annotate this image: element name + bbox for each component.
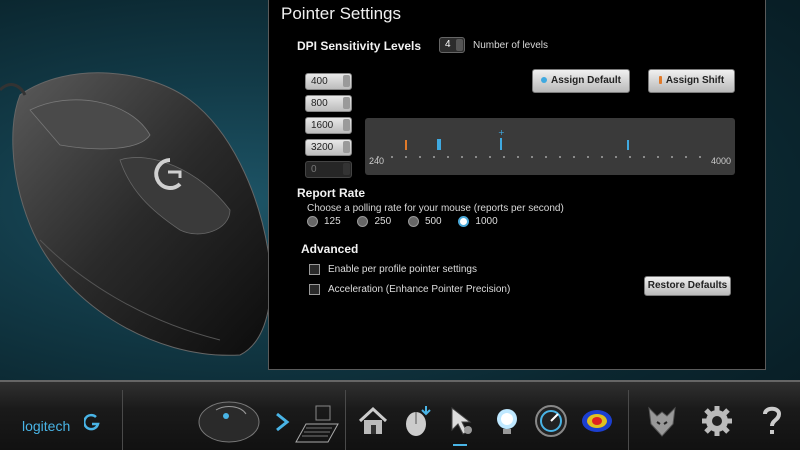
bottom-toolbar: logitech	[0, 380, 800, 450]
per-profile-checkbox[interactable]	[309, 264, 320, 275]
dpi-level-4[interactable]: 3200	[305, 139, 352, 156]
stepper-arrows-icon[interactable]	[456, 39, 463, 51]
dpi-level-5-value: 0	[311, 164, 317, 175]
mouse-image	[0, 40, 280, 370]
assign-default-button[interactable]: Assign Default	[532, 69, 630, 93]
dpi-level-4-value: 3200	[311, 142, 334, 153]
stepper-arrows-icon[interactable]	[343, 119, 350, 131]
radio-icon[interactable]	[307, 216, 318, 227]
rate-label: 1000	[475, 216, 498, 228]
stepper-arrows-icon[interactable]	[343, 97, 350, 109]
logitech-g-icon	[83, 413, 100, 436]
slider-marker[interactable]	[500, 138, 502, 150]
button-assign-icon[interactable]	[400, 404, 434, 438]
acceleration-label: Acceleration (Enhance Pointer Precision)	[328, 284, 511, 295]
slider-marker[interactable]	[627, 140, 629, 150]
report-rate-heading: Report Rate	[297, 186, 366, 200]
assign-shift-label: Assign Shift	[665, 75, 725, 86]
divider	[345, 390, 346, 450]
levels-value: 4	[445, 39, 451, 50]
rate-option-250[interactable]: 250	[357, 216, 391, 227]
dpi-level-2-value: 800	[311, 98, 328, 109]
stepper-arrows-icon[interactable]	[343, 75, 350, 87]
stepper-arrows-icon[interactable]	[343, 141, 350, 153]
assign-default-label: Assign Default	[550, 75, 621, 86]
keyboard-icon[interactable]	[292, 402, 340, 446]
levels-stepper[interactable]: 4	[439, 37, 465, 53]
active-plus-icon: +	[498, 128, 505, 137]
advanced-heading: Advanced	[301, 242, 359, 256]
default-marker-icon	[540, 77, 547, 84]
range-min-label: 240	[369, 156, 385, 166]
report-rate-description: Choose a polling rate for your mouse (re…	[307, 203, 564, 214]
dpi-slider[interactable]: + 240 4000	[365, 118, 735, 175]
shift-marker-icon	[658, 76, 662, 85]
per-profile-label: Enable per profile pointer settings	[328, 264, 477, 275]
mouse-device-icon[interactable]	[196, 396, 266, 446]
shift-marker[interactable]	[405, 140, 407, 150]
heatmap-icon[interactable]	[580, 404, 614, 438]
rate-option-1000[interactable]: 1000	[458, 216, 498, 228]
pointer-settings-icon[interactable]	[444, 404, 478, 438]
dpi-level-1[interactable]: 400	[305, 73, 352, 90]
wolf-icon[interactable]	[645, 404, 679, 438]
report-rate-options: 125 250 500 1000	[307, 216, 512, 227]
acceleration-checkbox[interactable]	[309, 284, 320, 295]
divider	[628, 390, 629, 450]
home-icon[interactable]	[356, 404, 390, 438]
radio-selected-icon[interactable]	[458, 216, 470, 227]
radio-icon[interactable]	[407, 216, 419, 227]
stepper-arrows-icon[interactable]	[343, 163, 350, 175]
arrow-right-icon[interactable]	[273, 412, 291, 432]
panel-title: Pointer Settings	[281, 4, 402, 23]
dpi-level-3[interactable]: 1600	[305, 117, 352, 134]
rate-label: 125	[324, 216, 341, 228]
assign-shift-button[interactable]: Assign Shift	[648, 69, 735, 93]
rate-option-500[interactable]: 500	[407, 216, 442, 228]
performance-gauge-icon[interactable]	[534, 404, 568, 438]
rate-label: 250	[374, 216, 392, 228]
rate-label: 500	[424, 216, 442, 228]
logitech-logo: logitech	[22, 418, 71, 434]
slider-thumb-default[interactable]	[437, 139, 441, 150]
settings-gear-icon[interactable]	[700, 404, 734, 438]
active-indicator	[453, 444, 467, 446]
rate-option-125[interactable]: 125	[307, 216, 341, 227]
levels-caption: Number of levels	[473, 40, 549, 51]
range-max-label: 4000	[710, 156, 731, 166]
lighting-icon[interactable]	[490, 404, 524, 438]
dpi-heading: DPI Sensitivity Levels	[297, 39, 422, 53]
dpi-level-1-value: 400	[311, 76, 328, 87]
dpi-slider-graphic[interactable]: +	[365, 118, 735, 175]
dpi-level-5[interactable]: 0	[305, 161, 352, 178]
restore-defaults-button[interactable]: Restore Defaults	[644, 276, 731, 296]
divider	[122, 390, 123, 450]
help-icon[interactable]	[755, 404, 789, 438]
pointer-settings-panel: Pointer Settings DPI Sensitivity Levels …	[268, 0, 766, 370]
dpi-level-3-value: 1600	[311, 120, 334, 131]
dpi-level-2[interactable]: 800	[305, 95, 352, 112]
radio-icon[interactable]	[357, 216, 369, 227]
